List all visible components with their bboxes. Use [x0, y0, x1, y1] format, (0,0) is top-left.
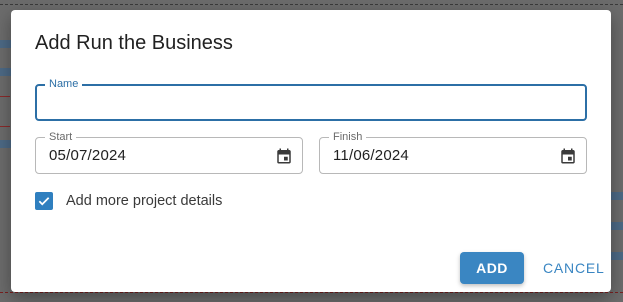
add-project-dialog: Add Run the Business Name Start 05/07/20…: [11, 10, 611, 292]
name-field[interactable]: Name: [35, 77, 587, 121]
more-details-option[interactable]: Add more project details: [35, 192, 222, 210]
start-date-field[interactable]: Start 05/07/2024: [35, 130, 303, 174]
background-divider: [0, 4, 623, 5]
dialog-title: Add Run the Business: [35, 32, 233, 54]
more-details-label: Add more project details: [66, 193, 223, 209]
finish-date-label: Finish: [329, 130, 367, 144]
finish-date-value[interactable]: 11/06/2024: [333, 147, 409, 164]
add-button[interactable]: ADD: [460, 252, 524, 284]
name-field-label: Name: [45, 77, 83, 91]
background-row: [611, 252, 623, 260]
finish-date-field[interactable]: Finish 11/06/2024: [319, 130, 587, 174]
background-row: [611, 192, 623, 200]
more-details-checkbox[interactable]: [35, 192, 53, 210]
background-row: [611, 222, 623, 230]
background-divider: [0, 292, 623, 293]
calendar-icon[interactable]: [559, 147, 577, 165]
start-date-value[interactable]: 05/07/2024: [49, 147, 126, 164]
cancel-button[interactable]: CANCEL: [535, 252, 613, 284]
calendar-icon[interactable]: [275, 147, 293, 165]
start-date-label: Start: [45, 130, 77, 144]
background-line: [0, 96, 10, 97]
background-line: [0, 126, 10, 127]
checkmark-icon: [38, 197, 50, 206]
